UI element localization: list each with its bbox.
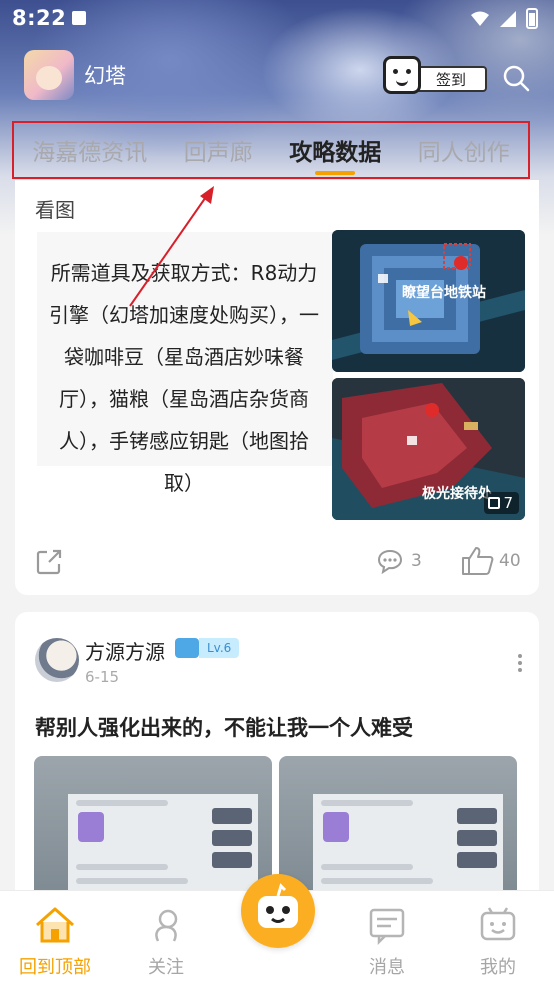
app-name: 幻塔 — [84, 64, 126, 88]
comment-icon — [377, 549, 403, 574]
like-count: 40 — [499, 551, 521, 571]
post-text: 所需道具及获取方式：R8动力引擎（幻塔加速度处购买），一袋咖啡豆（星岛酒店妙味餐… — [49, 261, 319, 495]
map-caption: 极光接待处 — [422, 486, 492, 502]
thumbs-up-icon — [462, 547, 494, 575]
share-icon[interactable] — [35, 548, 63, 576]
tab-guides[interactable]: 攻略数据 — [285, 133, 385, 175]
like-button[interactable]: 40 — [461, 546, 521, 576]
nav-label: 消息 — [369, 957, 405, 978]
profile-icon — [480, 907, 516, 941]
post-card[interactable]: 方源方源 Lv.6 6-15 帮别人强化出来的，不能让我一个人难受 — [15, 612, 539, 912]
checkin-widget[interactable]: 签到 — [383, 56, 487, 94]
tab-echo-corridor[interactable]: 回声廊 — [180, 133, 257, 167]
author-name[interactable]: 方源方源 — [85, 636, 165, 665]
search-icon[interactable] — [502, 64, 530, 92]
post-card[interactable]: 看图 所需道具及获取方式：R8动力引擎（幻塔加速度处购买），一袋咖啡豆（星岛酒店… — [15, 180, 539, 595]
app-avatar[interactable] — [24, 50, 74, 100]
comment-count: 3 — [411, 551, 422, 571]
wifi-icon — [471, 11, 489, 26]
app-header: 幻塔 签到 — [0, 46, 554, 106]
nav-home[interactable]: 回到顶部 — [5, 905, 105, 979]
nav-label: 回到顶部 — [19, 957, 91, 978]
notification-icon — [72, 11, 86, 25]
mascot-icon — [258, 883, 298, 928]
post-text-box: 所需道具及获取方式：R8动力引擎（幻塔加速度处购买），一袋咖啡豆（星岛酒店妙味餐… — [37, 232, 333, 495]
nav-profile[interactable]: 我的 — [448, 905, 548, 979]
mascot-icon — [383, 56, 421, 94]
image-count: 7 — [503, 494, 513, 512]
message-icon — [369, 908, 405, 946]
home-icon — [36, 907, 74, 943]
post-photo[interactable] — [34, 756, 272, 906]
nav-messages[interactable]: 消息 — [337, 905, 437, 979]
nav-label: 关注 — [148, 957, 184, 978]
checkin-button[interactable]: 签到 — [415, 66, 487, 92]
checkin-label: 签到 — [435, 70, 466, 89]
nav-follow[interactable]: 关注 — [116, 905, 216, 979]
post-image[interactable]: 瞭望台地铁站 — [332, 230, 525, 372]
section-label: 看图 — [35, 198, 75, 222]
status-bar: 8:22 — [0, 0, 554, 38]
post-image[interactable]: 极光接待处 7 — [332, 378, 525, 520]
avatar[interactable] — [35, 638, 79, 682]
image-count-badge: 7 — [484, 492, 519, 514]
post-date: 6-15 — [85, 668, 120, 686]
center-action-button[interactable] — [241, 874, 315, 948]
battery-icon — [526, 8, 538, 29]
category-tabs: 海嘉德资讯 回声廊 攻略数据 同人创作 — [12, 121, 530, 179]
post-actions: 3 40 — [15, 546, 539, 582]
status-time: 8:22 — [12, 6, 67, 30]
nav-label: 我的 — [480, 957, 516, 978]
comment-button[interactable]: 3 — [377, 548, 422, 574]
gallery-icon — [488, 497, 501, 509]
follow-icon — [155, 909, 178, 942]
map-caption: 瞭望台地铁站 — [402, 285, 486, 301]
level-badge: Lv.6 — [199, 638, 240, 658]
tab-fan-creation[interactable]: 同人创作 — [414, 133, 514, 167]
tab-news[interactable]: 海嘉德资讯 — [28, 133, 151, 167]
post-title[interactable]: 帮别人强化出来的，不能让我一个人难受 — [35, 712, 413, 742]
signal-icon — [500, 10, 516, 27]
game-badge-icon — [175, 638, 199, 658]
more-options-icon[interactable] — [517, 652, 523, 674]
